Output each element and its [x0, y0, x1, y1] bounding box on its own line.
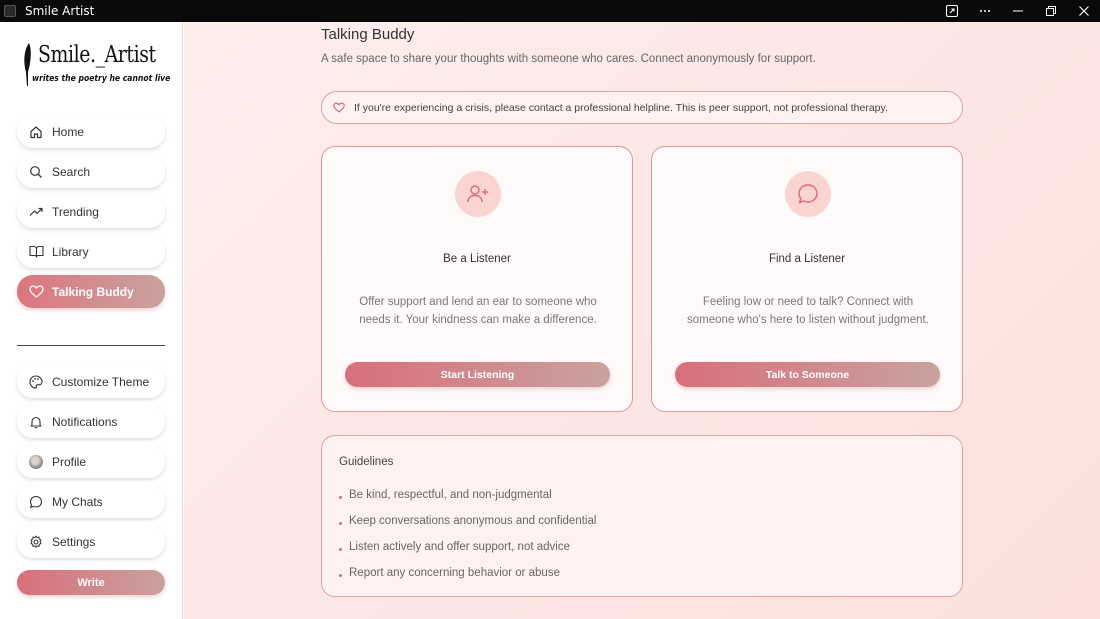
nav-label: Talking Buddy [52, 284, 134, 299]
search-icon [28, 164, 44, 180]
user-plus-icon [455, 171, 501, 217]
card-description: Feeling low or need to talk? Connect wit… [687, 296, 929, 326]
nav-customize-theme[interactable]: Customize Theme [17, 365, 165, 398]
nav-library[interactable]: Library [17, 235, 165, 268]
nav-label: Library [52, 244, 89, 259]
bell-icon [28, 414, 44, 430]
list-item: Report any concerning behavior or abuse [339, 560, 596, 586]
logo[interactable]: Smile._Artist writes the poetry he canno… [20, 40, 170, 92]
nav-label: Settings [52, 534, 96, 549]
close-button[interactable] [1067, 0, 1100, 22]
bullet-icon [339, 547, 342, 551]
guideline-text: Listen actively and offer support, not a… [349, 541, 570, 553]
write-button[interactable]: Write [17, 570, 165, 595]
guidelines-list: Be kind, respectful, and non-judgmental … [339, 482, 596, 586]
page-subtitle: A safe space to share your thoughts with… [321, 53, 816, 65]
nav-label: Search [52, 164, 91, 179]
message-circle-icon [785, 171, 831, 217]
home-icon [28, 124, 44, 140]
guideline-text: Keep conversations anonymous and confide… [349, 515, 597, 527]
nav-label: Home [52, 124, 85, 139]
page-title: Talking Buddy [321, 26, 415, 43]
share-icon[interactable] [935, 0, 968, 22]
sidebar: Smile._Artist writes the poetry he canno… [0, 22, 183, 619]
gear-icon [28, 534, 44, 550]
bullet-icon [339, 495, 342, 499]
nav-my-chats[interactable]: My Chats [17, 485, 165, 518]
list-item: Listen actively and offer support, not a… [339, 534, 596, 560]
guidelines-title: Guidelines [339, 456, 394, 468]
nav-notifications[interactable]: Notifications [17, 405, 165, 438]
card-description: Offer support and lend an ear to someone… [359, 296, 597, 326]
card-title: Be a Listener [443, 253, 511, 265]
nav-home[interactable]: Home [17, 115, 165, 148]
alert-text: If you're experiencing a crisis, please … [354, 101, 888, 114]
nav-trending[interactable]: Trending [17, 195, 165, 228]
window-title: Smile Artist [25, 4, 95, 18]
nav-label: Profile [52, 454, 87, 469]
palette-icon [28, 374, 44, 390]
start-listening-button[interactable]: Start Listening [345, 362, 610, 387]
window-titlebar: Smile Artist [0, 0, 1100, 22]
nav-label: Trending [52, 204, 99, 219]
talk-to-someone-button[interactable]: Talk to Someone [675, 362, 940, 387]
restore-button[interactable] [1034, 0, 1067, 22]
trending-icon [28, 204, 44, 220]
nav-talking-buddy[interactable]: Talking Buddy [17, 275, 165, 308]
nav-label: My Chats [52, 494, 103, 509]
card-title: Find a Listener [768, 253, 846, 265]
nav-label: Notifications [52, 414, 118, 429]
nav-label: Customize Theme [52, 374, 150, 389]
sidebar-divider [17, 345, 165, 346]
minimize-button[interactable] [1001, 0, 1034, 22]
listener-card: Be a Listener Offer support and lend an … [321, 146, 633, 412]
app-icon [4, 5, 16, 17]
logo-name: Smile._Artist [38, 42, 156, 68]
crisis-alert: If you're experiencing a crisis, please … [321, 91, 963, 124]
logo-tagline: writes the poetry he cannot live [32, 74, 171, 84]
bullet-icon [339, 573, 342, 577]
main-content: Talking Buddy A safe space to share your… [184, 22, 1100, 619]
book-icon [28, 244, 44, 260]
guideline-text: Be kind, respectful, and non-judgmental [349, 489, 552, 501]
guidelines-panel: Guidelines Be kind, respectful, and non-… [321, 435, 963, 597]
nav-profile[interactable]: Profile [17, 445, 165, 478]
list-item: Be kind, respectful, and non-judgmental [339, 482, 596, 508]
avatar [29, 454, 43, 469]
heart-icon [28, 284, 44, 300]
guideline-text: Report any concerning behavior or abuse [349, 567, 560, 579]
chat-icon [28, 494, 44, 510]
list-item: Keep conversations anonymous and confide… [339, 508, 596, 534]
more-icon[interactable] [968, 0, 1001, 22]
find-listener-card: Find a Listener Feeling low or need to t… [651, 146, 963, 412]
nav-search[interactable]: Search [17, 155, 165, 188]
bullet-icon [339, 521, 342, 525]
heart-icon [333, 102, 345, 113]
nav-settings[interactable]: Settings [17, 525, 165, 558]
